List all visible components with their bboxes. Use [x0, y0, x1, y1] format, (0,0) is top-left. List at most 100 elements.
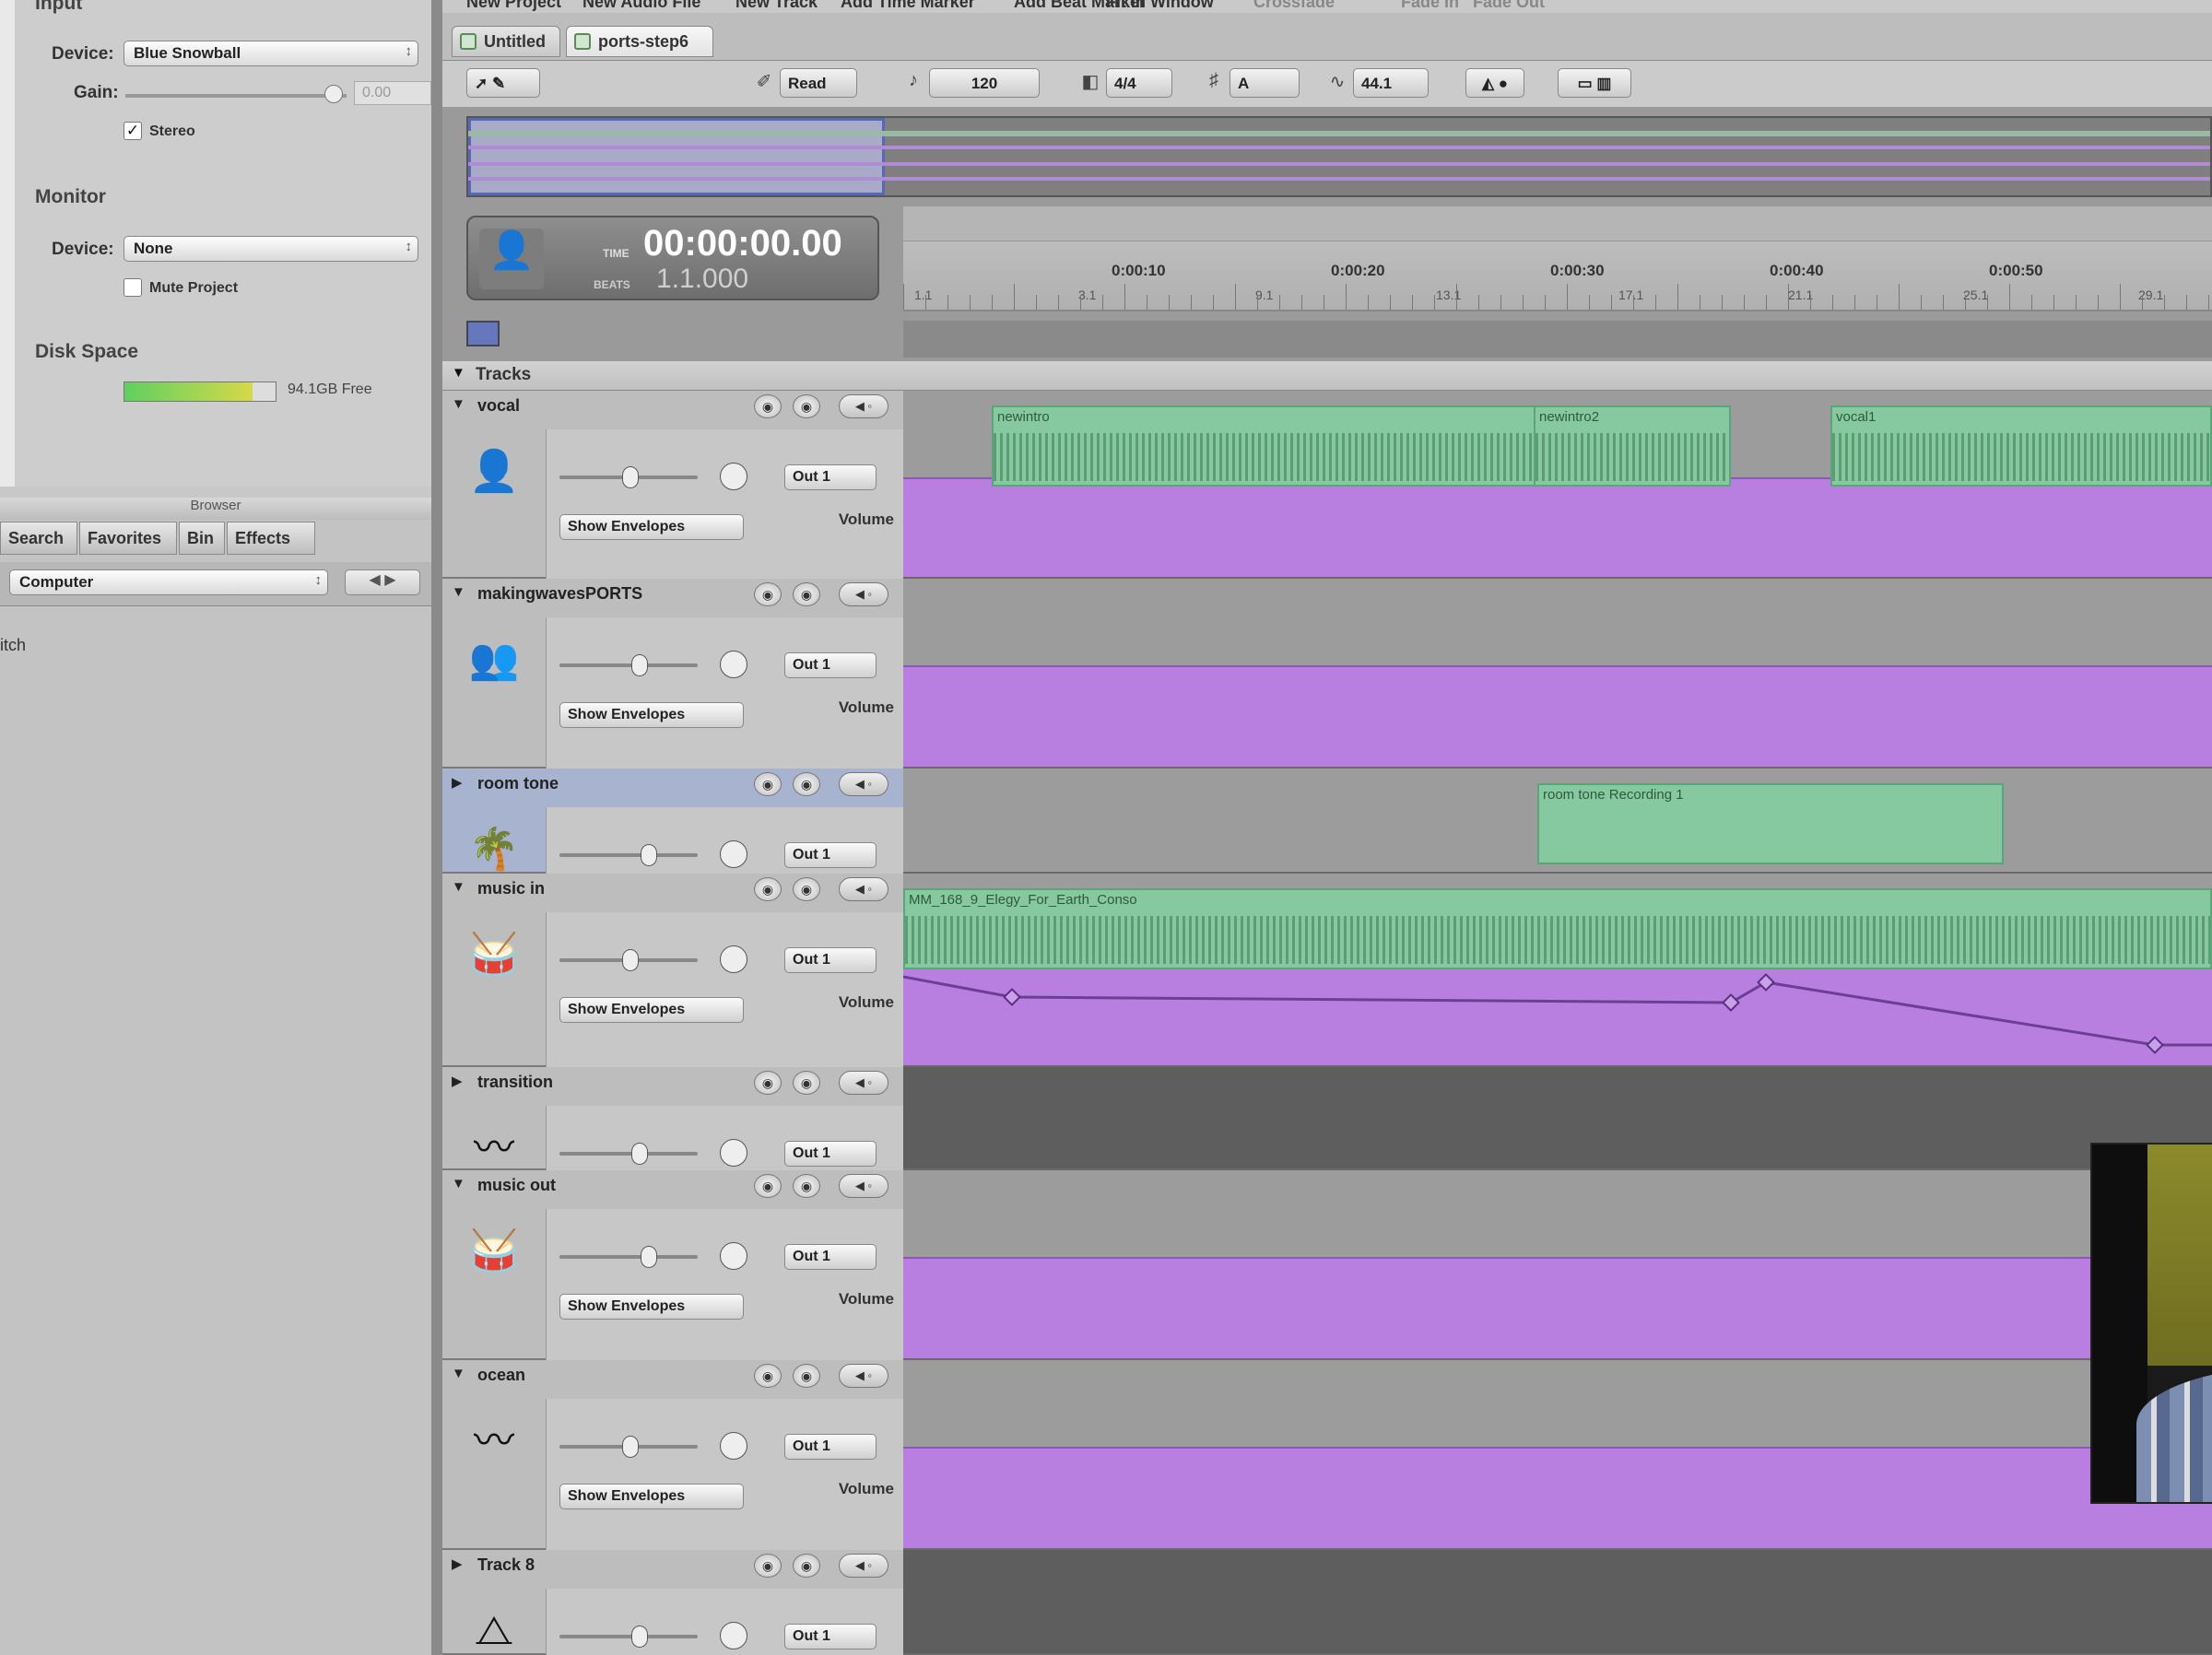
menu-item[interactable]: Add Time Marker — [841, 0, 975, 12]
marker-strip[interactable] — [903, 206, 2212, 241]
disclosure-triangle-icon[interactable]: ▼ — [452, 1176, 465, 1191]
audio-clip[interactable]: newintro2 — [1534, 405, 1731, 487]
envelope-curve[interactable] — [903, 874, 2212, 1067]
envelope-line[interactable] — [903, 975, 2212, 1047]
mute-button[interactable]: ◉ — [754, 1554, 782, 1578]
show-envelopes-button[interactable]: Show Envelopes — [559, 1294, 744, 1320]
volume-slider-knob[interactable] — [622, 949, 639, 971]
volume-slider-knob[interactable] — [622, 466, 639, 488]
solo-button[interactable]: ◉ — [793, 1174, 820, 1198]
track-name[interactable]: music in — [477, 879, 545, 898]
audio-clip[interactable]: room tone Recording 1 — [1537, 783, 2004, 864]
solo-button[interactable]: ◉ — [793, 1364, 820, 1388]
disclosure-triangle-icon[interactable]: ▼ — [452, 584, 465, 600]
output-select[interactable]: Out 1 — [784, 652, 877, 678]
menu-item[interactable]: New Track — [735, 0, 818, 12]
track-lane[interactable]: MM_168_9_Elegy_For_Earth_Conso — [903, 874, 2212, 1067]
solo-button[interactable]: ◉ — [793, 1554, 820, 1578]
output-select[interactable]: Out 1 — [784, 947, 877, 973]
solo-button[interactable]: ◉ — [793, 394, 820, 418]
solo-button[interactable]: ◉ — [793, 1071, 820, 1095]
track-header[interactable]: ▶ transition ◉ ◉ ◀ ◦ 〰 Out 1 — [442, 1067, 903, 1207]
timeline-overview[interactable] — [466, 116, 2212, 197]
volume-envelope[interactable] — [903, 477, 2212, 577]
track-name[interactable]: room tone — [477, 774, 559, 793]
track-lane[interactable]: room tone Recording 1 — [903, 769, 2212, 874]
output-select[interactable]: Out 1 — [784, 1434, 877, 1460]
track-name[interactable]: transition — [477, 1073, 553, 1092]
track-header[interactable]: ▼ music in ◉ ◉ ◀ ◦ 🥁 Out 1 Show Envelopes Volume — [442, 874, 903, 1104]
volume-slider[interactable] — [559, 1635, 698, 1638]
disclosure-triangle-icon[interactable]: ▼ — [452, 1366, 465, 1381]
envelope-point[interactable] — [1757, 973, 1775, 992]
volume-envelope[interactable] — [903, 1257, 2212, 1358]
tab-search[interactable]: Search — [0, 522, 77, 555]
key-select[interactable]: A — [1230, 68, 1300, 98]
solo-button[interactable]: ◉ — [793, 772, 820, 796]
monitor-device-select[interactable]: None — [124, 236, 418, 262]
envelope-point[interactable] — [2146, 1036, 2164, 1054]
volume-slider[interactable] — [559, 663, 698, 667]
lock-button[interactable]: ◀ ◦ — [839, 1174, 888, 1198]
lock-button[interactable]: ◀ ◦ — [839, 394, 888, 418]
track-name[interactable]: Track 8 — [477, 1555, 535, 1575]
menu-item[interactable]: Crossfade — [1253, 0, 1335, 12]
mute-button[interactable]: ◉ — [754, 394, 782, 418]
pan-knob[interactable] — [720, 1139, 747, 1167]
solo-button[interactable]: ◉ — [793, 582, 820, 606]
solo-button[interactable]: ◉ — [793, 877, 820, 901]
lock-button[interactable]: ◀ ◦ — [839, 582, 888, 606]
volume-slider[interactable] — [559, 1255, 698, 1259]
envelope-point[interactable] — [1722, 993, 1740, 1012]
disclosure-triangle-icon[interactable]: ▼ — [452, 396, 465, 412]
tab-bin[interactable]: Bin — [179, 522, 225, 555]
volume-slider[interactable] — [559, 1152, 698, 1156]
disclosure-triangle-icon[interactable]: ▼ — [452, 879, 465, 895]
menu-item[interactable]: New Project — [466, 0, 561, 12]
menu-item[interactable]: Fade In — [1401, 0, 1459, 12]
track-lane[interactable] — [903, 1170, 2212, 1360]
output-select[interactable]: Out 1 — [784, 1244, 877, 1270]
track-name[interactable]: makingwavesPORTS — [477, 584, 642, 604]
playhead-icon[interactable] — [466, 321, 500, 346]
gain-slider-knob[interactable] — [324, 85, 343, 103]
browser-location-select[interactable]: Computer — [9, 569, 328, 595]
track-lane[interactable]: newintro newintro2 vocal1 — [903, 391, 2212, 579]
overview-visible-region[interactable] — [468, 118, 885, 195]
envelope-point[interactable] — [1003, 988, 1021, 1006]
show-envelopes-button[interactable]: Show Envelopes — [559, 1484, 744, 1509]
pan-knob[interactable] — [720, 651, 747, 678]
volume-slider-knob[interactable] — [631, 654, 648, 676]
menu-item[interactable]: Fit in Window — [1106, 0, 1214, 12]
mute-button[interactable]: ◉ — [754, 1071, 782, 1095]
track-header[interactable]: ▼ vocal ◉ ◉ ◀ ◦ 👤 Out 1 Show Envelopes Volume — [442, 391, 903, 616]
volume-slider-knob[interactable] — [641, 844, 657, 866]
gain-slider-track[interactable] — [125, 94, 347, 98]
tab-effects[interactable]: Effects — [227, 522, 315, 555]
lock-button[interactable]: ◀ ◦ — [839, 1071, 888, 1095]
metronome-button[interactable]: ◭ ● — [1465, 68, 1524, 98]
disclosure-triangle-icon[interactable]: ▶ — [452, 1073, 463, 1089]
output-select[interactable]: Out 1 — [784, 842, 877, 868]
volume-slider[interactable] — [559, 853, 698, 857]
mute-button[interactable]: ◉ — [754, 877, 782, 901]
mute-button[interactable]: ◉ — [754, 772, 782, 796]
tab-favorites[interactable]: Favorites — [79, 522, 177, 555]
sample-rate-select[interactable]: 44.1 — [1353, 68, 1429, 98]
tab-untitled[interactable]: Untitled — [452, 26, 560, 57]
pan-knob[interactable] — [720, 1242, 747, 1270]
volume-slider-knob[interactable] — [631, 1143, 648, 1165]
track-lane[interactable] — [903, 1067, 2212, 1170]
lock-button[interactable]: ◀ ◦ — [839, 1364, 888, 1388]
volume-slider-knob[interactable] — [622, 1436, 639, 1458]
show-envelopes-button[interactable]: Show Envelopes — [559, 514, 744, 540]
track-header[interactable]: ▼ music out ◉ ◉ ◀ ◦ 🥁 Out 1 Show Envelopes Volum… — [442, 1170, 903, 1397]
browser-list-item[interactable]: itch — [0, 636, 26, 655]
layout-buttons[interactable]: ▭ ▥ — [1558, 68, 1631, 98]
track-lane[interactable] — [903, 579, 2212, 769]
output-select[interactable]: Out 1 — [784, 464, 877, 490]
pan-knob[interactable] — [720, 1622, 747, 1649]
pan-knob[interactable] — [720, 463, 747, 490]
tool-selector[interactable]: ➚ ✎ — [466, 68, 540, 98]
lock-button[interactable]: ◀ ◦ — [839, 772, 888, 796]
